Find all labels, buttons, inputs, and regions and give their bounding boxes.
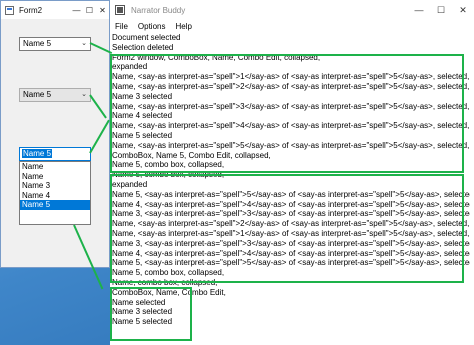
combobox-1[interactable]: Name 5 ⌄ <box>19 37 91 51</box>
annotation-box-3 <box>110 287 192 341</box>
minimize-button[interactable]: — <box>408 0 430 20</box>
minimize-button[interactable]: — <box>70 1 83 19</box>
list-item-selected[interactable]: Name 5 <box>20 200 90 210</box>
list-item[interactable]: Name 3 <box>20 181 90 191</box>
narrator-title: Narrator Buddy <box>131 5 186 15</box>
combobox-3-edit[interactable]: Name 5 <box>19 147 91 161</box>
list-item[interactable]: Name <box>20 172 90 182</box>
form2-title: Form2 <box>19 5 43 15</box>
log-line: Selection deleted <box>112 42 174 52</box>
combobox-3-dropdown-list[interactable]: Name Name Name 3 Name 4 Name 5 <box>19 161 91 225</box>
maximize-button[interactable]: ☐ <box>83 1 96 19</box>
close-button[interactable]: ✕ <box>96 1 109 19</box>
narrator-titlebar: Narrator Buddy — ☐ ✕ <box>110 0 474 20</box>
list-item[interactable]: Name 4 <box>20 191 90 201</box>
menu-options[interactable]: Options <box>133 20 171 33</box>
annotation-box-2 <box>110 174 464 283</box>
list-item[interactable]: Name <box>20 162 90 172</box>
maximize-button[interactable]: ☐ <box>430 0 452 20</box>
combobox-2-value: Name 5 <box>23 90 52 99</box>
combobox-3-value: Name 5 <box>22 149 53 158</box>
chevron-down-icon[interactable]: ⌄ <box>81 89 87 101</box>
chevron-down-icon[interactable]: ⌄ <box>81 38 87 50</box>
close-button[interactable]: ✕ <box>452 0 474 20</box>
app-icon <box>5 5 14 15</box>
combobox-2[interactable]: Name 5 ⌄ <box>19 88 91 102</box>
combobox-1-value: Name 5 <box>23 39 52 48</box>
app-icon <box>115 5 125 15</box>
annotation-box-1 <box>110 54 464 173</box>
menu-bar: File Options Help <box>110 20 197 33</box>
form2-window: Form2 — ☐ ✕ Name 5 ⌄ Name 5 ⌄ Name 5 Nam… <box>0 0 110 268</box>
log-line: Document selected <box>112 33 181 42</box>
menu-help[interactable]: Help <box>170 20 196 33</box>
form2-titlebar: Form2 — ☐ ✕ <box>1 1 109 19</box>
menu-file[interactable]: File <box>110 20 133 33</box>
